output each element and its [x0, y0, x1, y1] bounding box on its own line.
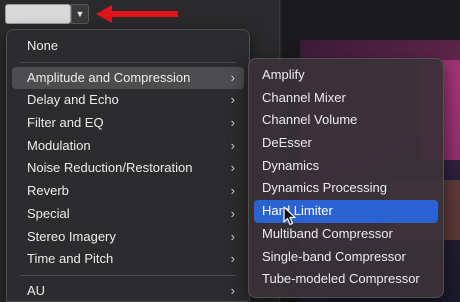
chevron-right-icon: › [230, 205, 235, 221]
chevron-right-icon: › [230, 183, 235, 199]
menu-item-label: Special [27, 205, 70, 221]
menu-item-label: Dynamics [262, 157, 320, 173]
submenu-item-tube-modeled-compressor[interactable]: Tube-modeled Compressor [254, 268, 438, 291]
chevron-right-icon: › [230, 137, 235, 153]
menu-item-au[interactable]: AU › [12, 280, 244, 302]
chevron-right-icon: › [230, 115, 235, 131]
menu-item-time-and-pitch[interactable]: Time and Pitch › [12, 248, 244, 271]
menu-item-label: Single-band Compressor [262, 248, 406, 264]
menu-item-label: Channel Volume [262, 112, 358, 128]
menu-item-label: Modulation [27, 137, 91, 153]
menu-item-label: DeEsser [262, 135, 312, 151]
menu-item-label: AU [27, 282, 46, 298]
submenu-item-amplify[interactable]: Amplify [254, 64, 438, 87]
menu-item-label: Noise Reduction/Restoration [27, 160, 193, 176]
submenu-item-channel-mixer[interactable]: Channel Mixer [254, 87, 438, 110]
menu-separator [20, 61, 236, 63]
triangle-down-icon: ▼ [75, 9, 85, 19]
menu-item-delay-and-echo[interactable]: Delay and Echo › [12, 89, 244, 112]
menu-item-label: None [27, 38, 59, 53]
menu-item-label: Multiband Compressor [262, 225, 393, 241]
effect-slot-field[interactable] [5, 4, 71, 24]
menu-item-label: Dynamics Processing [262, 180, 387, 196]
menu-item-reverb[interactable]: Reverb › [12, 180, 244, 203]
menu-item-label: Channel Mixer [262, 89, 346, 105]
menu-item-label: Stereo Imagery [27, 228, 116, 244]
menu-item-label: Filter and EQ [27, 115, 104, 131]
menu-separator [20, 274, 236, 276]
menu-item-none[interactable]: None [12, 35, 244, 58]
menu-item-noise-reduction[interactable]: Noise Reduction/Restoration › [12, 157, 244, 180]
submenu-item-channel-volume[interactable]: Channel Volume [254, 109, 438, 132]
chevron-right-icon: › [230, 228, 235, 244]
menu-item-label: Amplify [262, 67, 305, 82]
effects-menu: None Amplitude and Compression › Delay a… [6, 29, 250, 302]
menu-item-filter-and-eq[interactable]: Filter and EQ › [12, 112, 244, 135]
chevron-right-icon: › [230, 160, 235, 176]
submenu-item-dynamics[interactable]: Dynamics [254, 155, 438, 178]
mouse-pointer-icon [283, 206, 296, 226]
submenu-item-dynamics-processing[interactable]: Dynamics Processing [254, 177, 438, 200]
menu-item-label: Tube-modeled Compressor [262, 271, 420, 287]
menu-item-label: Delay and Echo [27, 92, 119, 108]
menu-item-label: Time and Pitch [27, 251, 114, 267]
effect-slot-dropdown-button[interactable]: ▼ [71, 4, 89, 24]
menu-item-label: Reverb [27, 183, 69, 199]
submenu-item-multiband-compressor[interactable]: Multiband Compressor [254, 223, 438, 246]
chevron-right-icon: › [230, 92, 235, 108]
submenu-item-deesser[interactable]: DeEsser [254, 132, 438, 155]
submenu-item-single-band-compressor[interactable]: Single-band Compressor [254, 246, 438, 269]
red-arrow-annotation [96, 5, 178, 23]
menu-item-label: Hard Limiter [262, 203, 333, 219]
menu-item-label: Amplitude and Compression [27, 69, 191, 85]
chevron-right-icon: › [230, 282, 235, 298]
menu-item-special[interactable]: Special › [12, 203, 244, 226]
menu-item-amplitude-and-compression[interactable]: Amplitude and Compression › [12, 66, 244, 90]
menu-item-stereo-imagery[interactable]: Stereo Imagery › [12, 226, 244, 249]
menu-item-modulation[interactable]: Modulation › [12, 135, 244, 158]
amplitude-compression-submenu: Amplify Channel Mixer Channel Volume DeE… [248, 58, 444, 298]
chevron-right-icon: › [230, 251, 235, 267]
chevron-right-icon: › [230, 69, 235, 85]
submenu-item-hard-limiter[interactable]: Hard Limiter [254, 200, 438, 223]
